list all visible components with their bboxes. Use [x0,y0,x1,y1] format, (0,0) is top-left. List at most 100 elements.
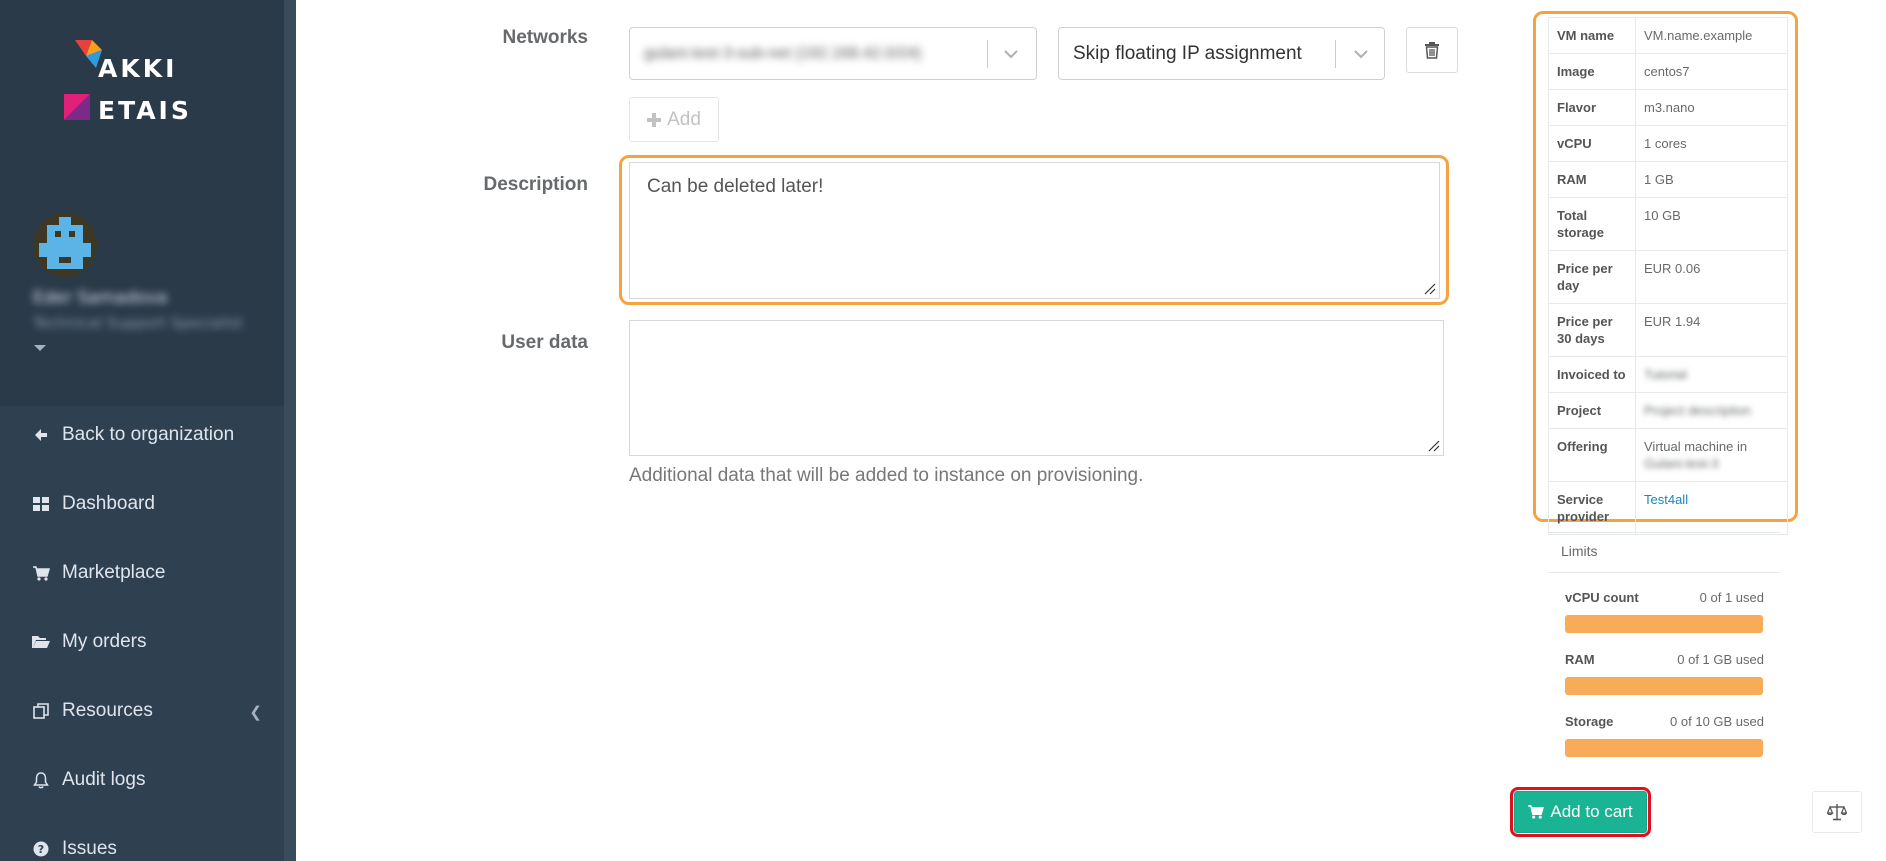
summary-key: Invoiced to [1548,356,1636,393]
sidebar-item-dashboard[interactable]: Dashboard [0,476,284,532]
sidebar-item-marketplace[interactable]: Marketplace [0,545,284,601]
table-row: Service provider Test4all [1548,481,1788,535]
floating-ip-select-value: Skip floating IP assignment [1073,43,1302,64]
table-row: Offering Virtual machine in Gulani-test-3 [1548,428,1788,482]
sidebar-item-back-to-organization[interactable]: Back to organization [0,407,284,463]
sidebar-item-issues[interactable]: ? Issues [0,821,284,861]
limits-title: Limits [1561,543,1598,559]
avatar[interactable] [33,213,97,277]
table-row: vCPU 1 cores [1548,125,1788,162]
user-data-label: User data [501,332,588,353]
sidebar-item-label: Dashboard [62,493,155,514]
resize-grip-icon[interactable] [1428,440,1440,452]
sidebar-item-label: Issues [62,838,117,859]
remove-network-button[interactable] [1406,27,1458,73]
networks-label: Networks [502,27,588,48]
summary-key: vCPU [1548,125,1636,162]
question-circle-icon: ? [32,840,50,858]
floating-ip-select[interactable]: Skip floating IP assignment [1058,27,1385,80]
sidebar-item-audit-logs[interactable]: Audit logs [0,752,284,808]
sidebar-item-my-orders[interactable]: My orders [0,614,284,670]
service-provider-link[interactable]: Test4all [1644,492,1688,507]
sidebar-scrollbar[interactable] [284,0,296,861]
summary-value: 1 GB [1635,161,1788,198]
limit-bar-storage [1565,739,1763,757]
summary-value: m3.nano [1635,89,1788,126]
limits-panel [1548,532,1780,764]
select-separator [1335,40,1336,68]
user-name: Eder Samadova [33,288,168,308]
chevron-left-icon: ❮ [249,704,262,721]
divider [1548,572,1780,573]
add-to-cart-label: Add to cart [1550,802,1633,821]
summary-key: VM name [1548,17,1636,54]
table-row: VM name VM.name.example [1548,17,1788,54]
limit-bar-ram [1565,677,1763,695]
limit-usage-ram: 0 of 1 GB used [1677,652,1764,667]
offering-value-extra: Gulani-test-3 [1644,456,1719,471]
add-network-label: Add [667,108,701,130]
sidebar-item-resources[interactable]: Resources ❮ [0,683,284,739]
summary-key: RAM [1548,161,1636,198]
select-separator [987,40,988,68]
summary-value: EUR 0.06 [1635,250,1788,304]
resize-grip-icon[interactable] [1424,283,1436,295]
arrow-left-icon [32,426,50,444]
table-row: Total storage 10 GB [1548,197,1788,251]
user-role: Technical Support Specialist [33,314,243,332]
balance-scale-icon [1827,804,1847,821]
invoiced-to-value: Tutorial [1644,367,1687,382]
summary-value: centos7 [1635,53,1788,90]
user-data-help: Additional data that will be added to in… [629,465,1144,486]
user-data-textarea[interactable] [629,320,1444,456]
limit-usage-storage: 0 of 10 GB used [1670,714,1764,729]
chevron-down-icon[interactable] [1351,44,1371,64]
logo-text-bottom: ETAIS [98,96,192,125]
summary-value: Tutorial [1635,356,1788,393]
resources-icon [32,702,50,720]
description-textarea[interactable] [629,162,1440,299]
folder-open-icon [32,633,50,651]
order-summary-table: VM name VM.name.example Image centos7 Flav… [1548,17,1788,535]
summary-value: EUR 1.94 [1635,303,1788,357]
add-to-cart-button[interactable]: Add to cart [1514,791,1647,833]
chevron-down-icon[interactable] [1001,44,1021,64]
sidebar-item-label: Resources [62,700,153,721]
summary-key: Image [1548,53,1636,90]
sidebar-item-label: Audit logs [62,769,146,790]
sidebar-item-label: Marketplace [62,562,166,583]
summary-key: Total storage [1548,197,1636,251]
add-network-button[interactable]: Add [629,97,719,142]
summary-key: Flavor [1548,89,1636,126]
summary-key: Price per day [1548,250,1636,304]
offering-value: Virtual machine in [1644,439,1748,454]
limit-usage-vcpu: 0 of 1 used [1699,590,1764,605]
dashboard-icon [32,495,50,513]
sidebar-item-label: My orders [62,631,147,652]
network-select[interactable]: gulani-test-3-sub-net (192.168.42.0/24) [629,27,1037,80]
summary-value: Test4all [1635,481,1788,535]
plus-icon [647,112,662,127]
compare-button[interactable] [1812,791,1862,833]
limit-bar-vcpu [1565,615,1763,633]
limit-label-storage: Storage [1565,714,1614,729]
description-label: Description [483,174,588,195]
table-row: Flavor m3.nano [1548,89,1788,126]
summary-key: Price per 30 days [1548,303,1636,357]
project-value: Project description [1644,403,1751,418]
logo-text-top: AKKI [98,54,178,83]
logo[interactable]: AKKI ETAIS [62,38,192,134]
summary-key: Offering [1548,428,1636,482]
table-row: Image centos7 [1548,53,1788,90]
avatar-image-icon [33,213,97,277]
user-menu-caret-icon[interactable] [34,345,46,351]
table-row: Price per day EUR 0.06 [1548,250,1788,304]
summary-key: Project [1548,392,1636,429]
table-row: Project Project description [1548,392,1788,429]
summary-value: Virtual machine in Gulani-test-3 [1635,428,1788,482]
cart-icon [32,564,50,582]
summary-value: 1 cores [1635,125,1788,162]
sidebar: AKKI ETAIS Eder Samadova Technical Suppo… [0,0,296,861]
limit-label-ram: RAM [1565,652,1595,667]
summary-value: Project description [1635,392,1788,429]
